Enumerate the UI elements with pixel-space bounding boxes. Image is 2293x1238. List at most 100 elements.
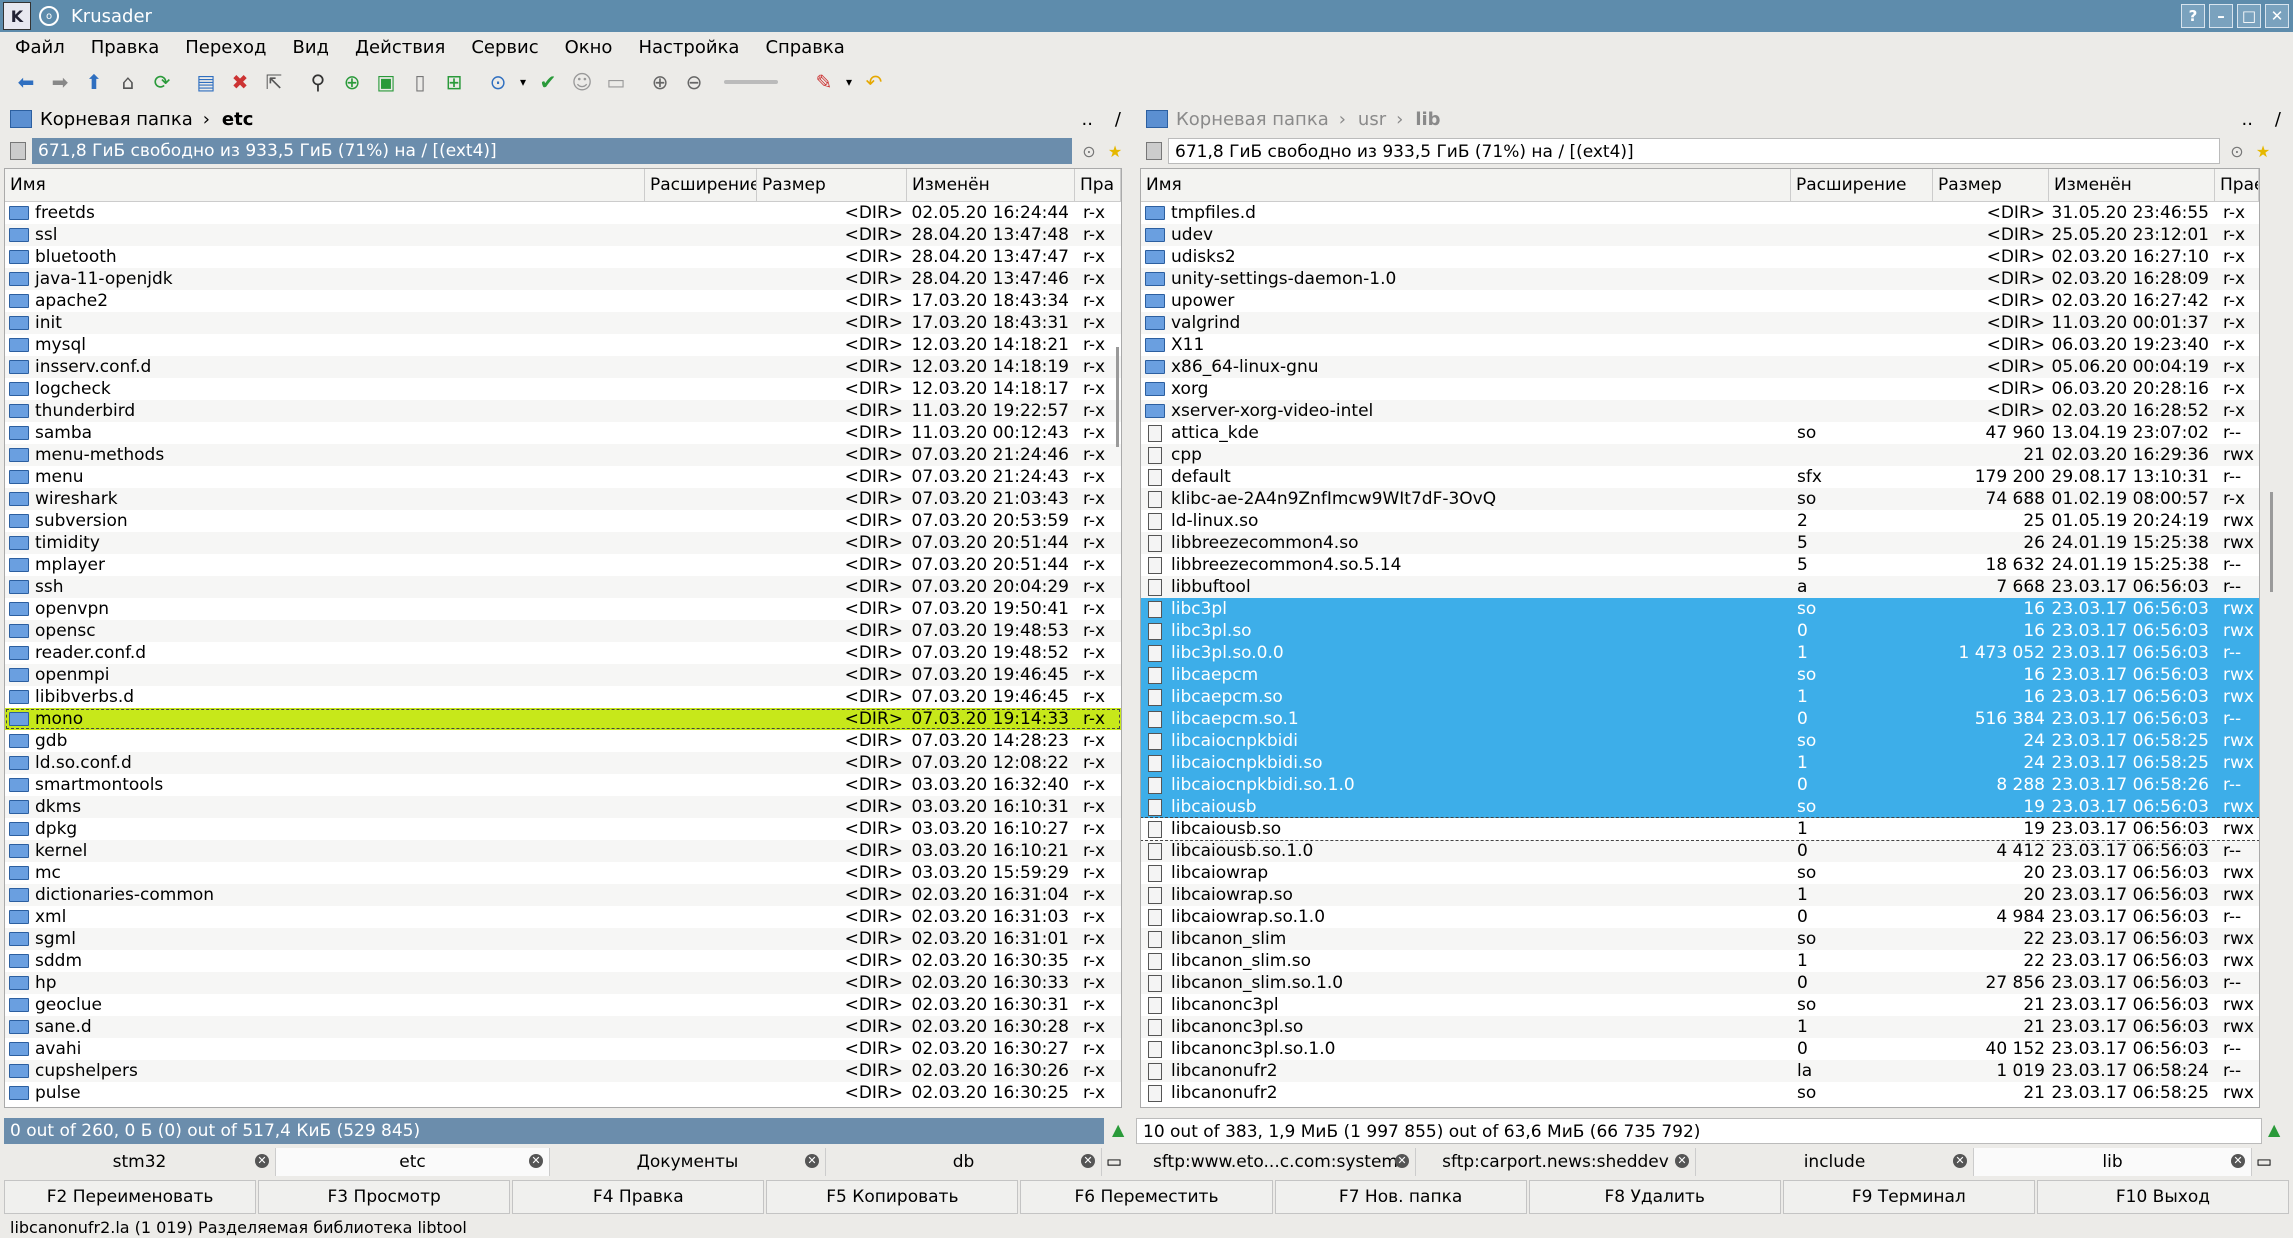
file-row[interactable]: klibc-ae-2A4n9ZnfImcw9WIt7dF-3OvQ so 74 68… xyxy=(1141,488,2259,510)
help-window-button[interactable]: ? xyxy=(2181,4,2205,28)
file-row[interactable]: logcheck <DIR> 12.03.20 14:18:17 r-x xyxy=(5,378,1121,400)
minimize-button[interactable]: – xyxy=(2209,4,2233,28)
close-tab-icon[interactable]: ✕ xyxy=(805,1154,819,1168)
menu-file[interactable]: Файл xyxy=(0,37,76,58)
file-row[interactable]: avahi <DIR> 02.03.20 16:30:27 r-x xyxy=(5,1038,1121,1060)
file-row[interactable]: libcanonc3pl.so.1.0 0 40 152 23.03.17 06:56… xyxy=(1141,1038,2259,1060)
menu-help[interactable]: Справка xyxy=(750,37,855,58)
disk-icon[interactable] xyxy=(1146,142,1162,160)
close-tab-icon[interactable]: ✕ xyxy=(255,1154,269,1168)
file-row[interactable]: libc3pl so 16 23.03.17 06:56:03 rwx xyxy=(1141,598,2259,620)
file-row[interactable]: libcaiocnpkbidi.so 1 24 23.03.17 06:58:25 rw… xyxy=(1141,752,2259,774)
f5-copy-button[interactable]: F5 Копировать xyxy=(766,1180,1019,1214)
zoom-slider[interactable] xyxy=(724,80,778,84)
file-row[interactable]: libbreezecommon4.so.5.14 5 18 632 24.01.19 … xyxy=(1141,554,2259,576)
file-row[interactable]: libibverbs.d <DIR> 07.03.20 19:46:45 r-x xyxy=(5,686,1121,708)
forward-arrow-icon[interactable]: ➡ xyxy=(44,66,76,98)
file-row[interactable]: libcanonc3pl so 21 23.03.17 06:56:03 rwx xyxy=(1141,994,2259,1016)
tab-etc[interactable]: etc ✕ xyxy=(276,1148,550,1176)
file-row[interactable]: libc3pl.so 0 16 23.03.17 06:56:03 rwx xyxy=(1141,620,2259,642)
close-tab-icon[interactable]: ✕ xyxy=(1675,1154,1689,1168)
menu-edit[interactable]: Правка xyxy=(76,37,171,58)
column-permissions[interactable]: Пра xyxy=(1075,169,1121,201)
tab-include[interactable]: include ✕ xyxy=(1696,1148,1974,1176)
file-row[interactable]: libcanon_slim so 22 23.03.17 06:56:03 rwx xyxy=(1141,928,2259,950)
close-tab-icon[interactable]: ✕ xyxy=(1081,1154,1095,1168)
file-row[interactable]: libcaepcm.so 1 16 23.03.17 06:56:03 rwx xyxy=(1141,686,2259,708)
up-dir-button[interactable]: .. xyxy=(1082,109,1093,130)
krusader-app-icon[interactable]: K xyxy=(3,2,31,30)
clear-icon[interactable]: ✎ xyxy=(808,66,840,98)
file-row[interactable]: dictionaries-common <DIR> 02.03.20 16:31:0… xyxy=(5,884,1121,906)
chevron-down-icon[interactable]: ▾ xyxy=(842,66,856,98)
home-icon[interactable]: ⌂ xyxy=(112,66,144,98)
up-arrow-icon[interactable]: ⬆ xyxy=(78,66,110,98)
f10-exit-button[interactable]: F10 Выход xyxy=(2036,1180,2289,1214)
file-row[interactable]: libcaiousb.so 1 19 23.03.17 06:56:03 rwx xyxy=(1141,817,2259,841)
column-size[interactable]: Размер xyxy=(1933,169,2049,201)
file-row[interactable]: subversion <DIR> 07.03.20 20:53:59 r-x xyxy=(5,510,1121,532)
zoom-in-icon[interactable]: ⊕ xyxy=(644,66,676,98)
tab-sftp-system[interactable]: sftp:www.eto...c.com:system ✕ xyxy=(1136,1148,1416,1176)
zoom-out-icon[interactable]: ⊖ xyxy=(678,66,710,98)
clipboard-icon[interactable]: ▭ xyxy=(600,66,632,98)
root-dir-button[interactable]: / xyxy=(1115,109,1121,130)
f4-edit-button[interactable]: F4 Правка xyxy=(512,1180,765,1214)
notes-icon[interactable]: ▯ xyxy=(404,66,436,98)
file-row[interactable]: reader.conf.d <DIR> 07.03.20 19:48:52 r-x xyxy=(5,642,1121,664)
tab-documents[interactable]: Документы ✕ xyxy=(550,1148,826,1176)
file-list[interactable]: Имя Расширение Размер Изменён Пра freetd… xyxy=(4,168,1122,1108)
file-row[interactable]: smartmontools <DIR> 03.03.20 16:32:40 r-x xyxy=(5,774,1121,796)
f8-delete-button[interactable]: F8 Удалить xyxy=(1528,1180,1781,1214)
file-row[interactable]: upower <DIR> 02.03.20 16:27:42 r-x xyxy=(1141,290,2259,312)
file-row[interactable]: xml <DIR> 02.03.20 16:31:03 r-x xyxy=(5,906,1121,928)
tab-db[interactable]: db ✕ xyxy=(826,1148,1102,1176)
file-row[interactable]: libc3pl.so.0.0 1 1 473 052 23.03.17 06:56:0… xyxy=(1141,642,2259,664)
file-row[interactable]: insserv.conf.d <DIR> 12.03.20 14:18:19 r-x xyxy=(5,356,1121,378)
f9-terminal-button[interactable]: F9 Терминал xyxy=(1782,1180,2035,1214)
close-tab-icon[interactable]: ✕ xyxy=(2231,1154,2245,1168)
column-name[interactable]: Имя xyxy=(5,169,645,201)
tab-lib[interactable]: lib ✕ xyxy=(1974,1148,2252,1176)
column-modified[interactable]: Изменён xyxy=(2049,169,2215,201)
column-extension[interactable]: Расширение xyxy=(645,169,757,201)
file-row[interactable]: java-11-openjdk <DIR> 28.04.20 13:47:46 r-x xyxy=(5,268,1121,290)
export-icon[interactable]: ⊞ xyxy=(438,66,470,98)
f3-view-button[interactable]: F3 Просмотр xyxy=(258,1180,511,1214)
new-tab-icon[interactable]: ⊕ xyxy=(336,66,368,98)
file-row[interactable]: libcanon_slim.so.1.0 0 27 856 23.03.17 06:5… xyxy=(1141,972,2259,994)
file-row[interactable]: libcanonufr2 la 1 019 23.03.17 06:58:24 r-- xyxy=(1141,1060,2259,1082)
file-row[interactable]: libcaiousb.so.1.0 0 4 412 23.03.17 06:56:03… xyxy=(1141,840,2259,862)
file-row[interactable]: libcaiowrap.so 1 20 23.03.17 06:56:03 rwx xyxy=(1141,884,2259,906)
menu-tools[interactable]: Сервис xyxy=(456,37,549,58)
file-row[interactable]: default sfx 179 200 29.08.17 13:10:31 r-- xyxy=(1141,466,2259,488)
column-size[interactable]: Размер xyxy=(757,169,907,201)
pin-icon[interactable]: o xyxy=(39,6,59,26)
file-row[interactable]: samba <DIR> 11.03.20 00:12:43 r-x xyxy=(5,422,1121,444)
file-row[interactable]: openvpn <DIR> 07.03.20 19:50:41 r-x xyxy=(5,598,1121,620)
file-row[interactable]: init <DIR> 17.03.20 18:43:31 r-x xyxy=(5,312,1121,334)
file-list[interactable]: Имя Расширение Размер Изменён Прае tmpfi… xyxy=(1140,168,2260,1108)
file-row[interactable]: libcaiowrap.so.1.0 0 4 984 23.03.17 06:56:0… xyxy=(1141,906,2259,928)
crumb-root[interactable]: Корневая папка xyxy=(1176,109,1329,130)
up-dir-button[interactable]: .. xyxy=(2242,109,2253,130)
file-row[interactable]: attica_kde so 47 960 13.04.19 23:07:02 r-- xyxy=(1141,422,2259,444)
file-row[interactable]: dpkg <DIR> 03.03.20 16:10:27 r-x xyxy=(5,818,1121,840)
history-icon[interactable]: ⊙ xyxy=(2228,142,2246,161)
unselect-icon[interactable]: ✖ xyxy=(224,66,256,98)
menu-settings[interactable]: Настройка xyxy=(623,37,750,58)
close-button[interactable]: ✕ xyxy=(2265,4,2289,28)
file-row[interactable]: timidity <DIR> 07.03.20 20:51:44 r-x xyxy=(5,532,1121,554)
file-row[interactable]: opensc <DIR> 07.03.20 19:48:53 r-x xyxy=(5,620,1121,642)
back-arrow-icon[interactable]: ⬅ xyxy=(10,66,42,98)
file-row[interactable]: mc <DIR> 03.03.20 15:59:29 r-x xyxy=(5,862,1121,884)
column-permissions[interactable]: Прае xyxy=(2215,169,2259,201)
file-row[interactable]: valgrind <DIR> 11.03.20 00:01:37 r-x xyxy=(1141,312,2259,334)
file-row[interactable]: libcanonufr2 so 21 23.03.17 06:58:25 rwx xyxy=(1141,1082,2259,1104)
file-row[interactable]: xorg <DIR> 06.03.20 20:28:16 r-x xyxy=(1141,378,2259,400)
history-icon[interactable]: ⊙ xyxy=(1080,142,1098,161)
file-row[interactable]: wireshark <DIR> 07.03.20 21:03:43 r-x xyxy=(5,488,1121,510)
file-row[interactable]: libcaiocnpkbidi.so.1.0 0 8 288 23.03.17 06:… xyxy=(1141,774,2259,796)
column-extension[interactable]: Расширение xyxy=(1791,169,1933,201)
cursor-icon[interactable]: ⇱ xyxy=(258,66,290,98)
